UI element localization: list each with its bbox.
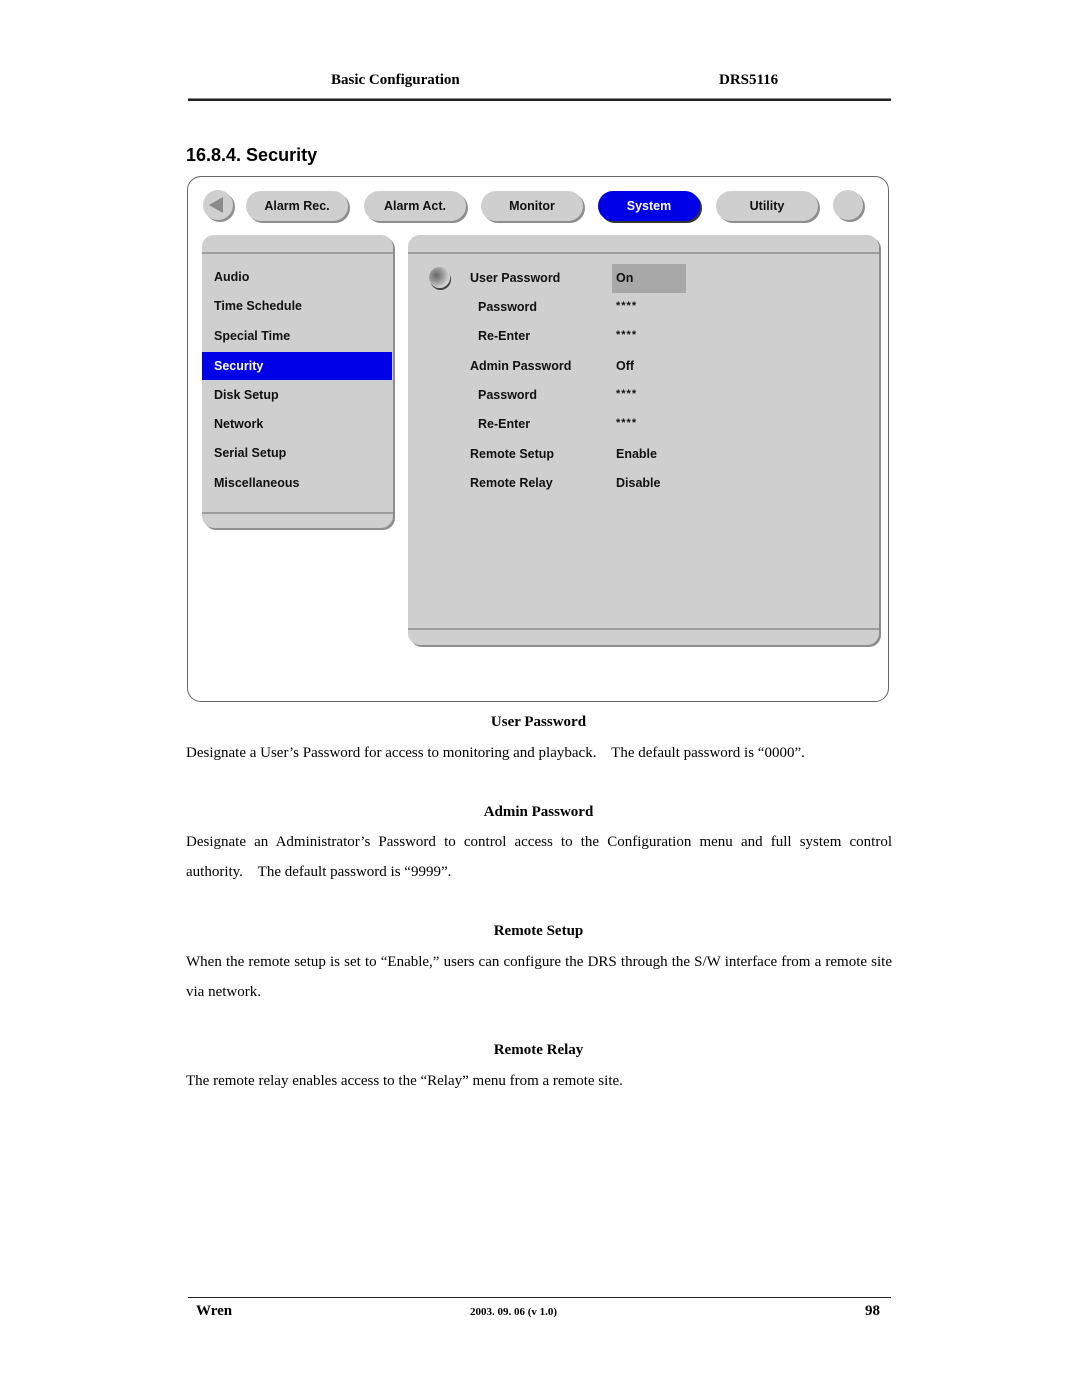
setting-user-reenter-label: Re-Enter xyxy=(478,329,531,343)
header-title: Basic Configuration xyxy=(331,72,460,88)
setting-remote-relay-value[interactable]: Disable xyxy=(616,475,660,491)
menu-item-security[interactable]: Security xyxy=(202,352,392,380)
remote-relay-heading: Remote Relay xyxy=(493,1042,584,1058)
setting-remote-relay-label: Remote Relay xyxy=(470,476,553,490)
setting-admin-reenter-label: Re-Enter xyxy=(478,417,531,431)
tab-utility[interactable]: Utility xyxy=(716,191,818,221)
remote-relay-description: The remote relay enables access to the “… xyxy=(186,1073,623,1089)
menu-item-network[interactable]: Network xyxy=(202,410,392,438)
forward-button[interactable] xyxy=(833,190,863,220)
setting-user-password-field[interactable]: **** xyxy=(616,298,637,314)
user-password-heading: User Password xyxy=(490,714,587,730)
footer-brand: Wren xyxy=(196,1303,233,1319)
setting-admin-reenter-field[interactable]: **** xyxy=(616,415,637,431)
remote-setup-heading: Remote Setup xyxy=(493,923,584,939)
menu-item-disk-setup[interactable]: Disk Setup xyxy=(202,381,392,409)
setting-admin-password-label: Admin Password xyxy=(470,359,572,373)
menu-item-miscellaneous[interactable]: Miscellaneous xyxy=(202,469,392,497)
setting-user-password-label: User Password xyxy=(470,271,561,285)
tab-alarm-act[interactable]: Alarm Act. xyxy=(364,191,466,221)
back-button[interactable] xyxy=(203,190,233,220)
footer-date-version: 2003. 09. 06 (v 1.0) xyxy=(470,1306,558,1318)
setting-admin-password-field-label: Password xyxy=(478,388,538,402)
setting-user-password-field-label: Password xyxy=(478,300,538,314)
selection-cursor-icon xyxy=(429,267,450,288)
header-model: DRS5116 xyxy=(719,72,779,88)
menu-item-special-time[interactable]: Special Time xyxy=(202,322,392,350)
admin-password-description: Designate an Administrator’s Password to… xyxy=(186,834,892,880)
tab-system[interactable]: System xyxy=(598,191,700,221)
tab-alarm-rec[interactable]: Alarm Rec. xyxy=(246,191,348,221)
setting-user-reenter-field[interactable]: **** xyxy=(616,327,637,343)
setting-remote-setup-label: Remote Setup xyxy=(470,447,555,461)
page-header: Basic Configuration DRS5116 xyxy=(186,68,891,98)
user-password-description: Designate a User’s Password for access t… xyxy=(186,745,805,761)
section-title: 16.8.4. Security xyxy=(186,145,318,165)
setting-user-password-value[interactable]: On xyxy=(616,270,633,286)
header-divider xyxy=(188,98,891,101)
setting-remote-setup-value[interactable]: Enable xyxy=(616,446,657,462)
page-number: 98 xyxy=(865,1303,880,1319)
setting-admin-password-field[interactable]: **** xyxy=(616,386,637,402)
menu-item-serial-setup[interactable]: Serial Setup xyxy=(202,439,392,467)
left-triangle-icon xyxy=(209,197,223,213)
tab-monitor[interactable]: Monitor xyxy=(481,191,583,221)
footer-divider xyxy=(188,1297,891,1298)
admin-password-heading: Admin Password xyxy=(483,804,594,820)
setting-admin-password-value[interactable]: Off xyxy=(616,358,634,374)
menu-item-audio[interactable]: Audio xyxy=(202,263,392,291)
menu-item-time-schedule[interactable]: Time Schedule xyxy=(202,292,392,320)
remote-setup-description: When the remote setup is set to “Enable,… xyxy=(186,954,892,1000)
security-settings-panel xyxy=(408,235,879,645)
